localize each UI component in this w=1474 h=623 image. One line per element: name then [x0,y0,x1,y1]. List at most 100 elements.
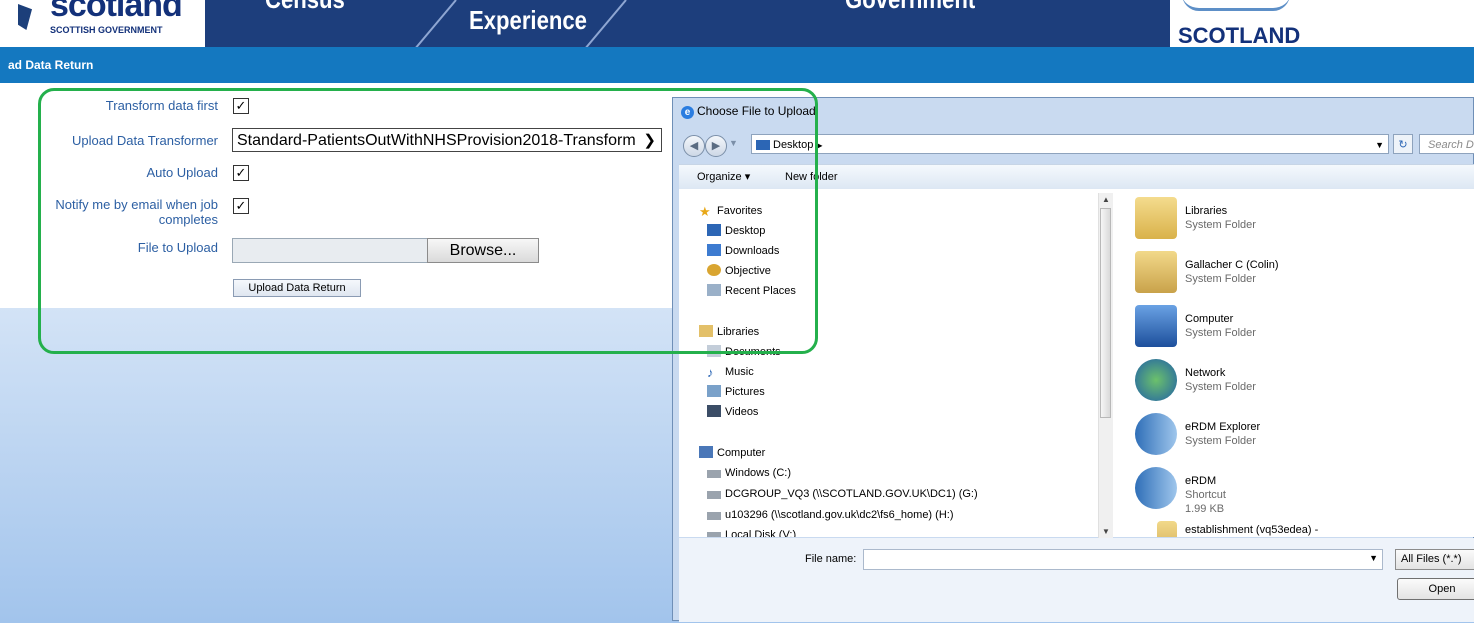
scottish-government-logo[interactable]: scotland SCOTTISH GOVERNMENT [10,0,210,47]
file-type: System Folder [1185,327,1256,339]
nav-divider [410,0,457,47]
file-name: Computer [1185,313,1234,325]
nav-desktop-label: Desktop [725,225,766,237]
file-name-label: File name: [805,553,857,565]
nav-videos-label: Videos [725,406,759,418]
nav-computer-label: Computer [717,447,766,459]
nav-drive-v[interactable]: Local Disk (V:) [707,527,796,537]
transformer-select[interactable]: Standard-PatientsOutWithNHSProvision2018… [232,128,662,152]
new-folder-button[interactable]: New folder [785,165,838,189]
browse-button[interactable]: Browse... [427,238,539,263]
nav-divider [580,0,627,47]
nav-drive-g[interactable]: DCGROUP_VQ3 (\\SCOTLAND.GOV.UK\DC1) (G:) [707,486,978,502]
organize-button[interactable]: Organize ▾ [697,165,750,189]
nav-drive-h[interactable]: u103296 (\\scotland.gov.uk\dc2\fs6_home)… [707,507,953,523]
file-item-libraries[interactable]: Libraries System Folder [1135,197,1474,245]
nav-drive-h-label: u103296 (\\scotland.gov.uk\dc2\fs6_home)… [725,509,954,521]
notify-checkbox[interactable]: ✓ [233,198,249,214]
file-name: Gallacher C (Colin) [1185,259,1279,271]
scroll-up-icon[interactable]: ▲ [1102,195,1110,204]
dialog-title: e Choose File to Upload [681,104,816,119]
scroll-down-icon[interactable]: ▼ [1102,527,1110,536]
file-upload-dialog: e Choose File to Upload ◀ ▶ ▼ Desktop ▶ ▼… [672,97,1474,622]
file-name: establishment (vq53edea) - [1185,524,1319,536]
nav-downloads-label: Downloads [725,245,780,257]
address-crumb[interactable]: Desktop [773,139,813,151]
file-to-upload-label: File to Upload [137,240,218,255]
nav-tab-experience[interactable]: Experience [469,5,587,47]
forward-button[interactable]: ▶ [705,135,727,157]
file-item-erdm-explorer[interactable]: eRDM Explorer System Folder [1135,413,1474,461]
downloads-icon [707,244,721,256]
computer-icon [699,446,713,458]
command-bar: Organize ▾ New folder [679,164,1474,190]
navigation-pane: ★ Favorites Desktop Downloads Objective R… [679,189,1115,537]
nav-pictures[interactable]: Pictures [707,384,765,400]
file-name: eRDM [1185,475,1217,487]
logo-wordmark: scotland [50,0,183,24]
nav-recent-label: Recent Places [725,285,796,297]
desktop-icon [707,224,721,236]
nav-drive-c[interactable]: Windows (C:) [707,465,791,481]
site-banner: scotland SCOTTISH GOVERNMENT Census Expe… [0,0,1474,48]
music-icon: ♪ [707,365,714,380]
file-type: System Folder [1185,219,1256,231]
nav-downloads[interactable]: Downloads [707,243,779,259]
open-button[interactable]: Open [1397,578,1474,600]
nav-recent-places[interactable]: Recent Places [707,283,796,299]
nav-libraries[interactable]: Libraries [699,324,759,340]
transform-checkbox[interactable]: ✓ [233,98,249,114]
file-name: Network [1185,367,1226,379]
address-bar[interactable]: Desktop ▶ ▼ [751,134,1389,154]
history-dropdown-icon[interactable]: ▼ [729,138,738,148]
nav-objective-label: Objective [725,265,771,277]
nav-tab-government[interactable]: Government [845,0,975,31]
file-item-erdm[interactable]: eRDM Shortcut 1.99 KB [1135,467,1474,515]
page-title-bar: ad Data Return [0,47,1474,83]
erdm-explorer-icon [1135,413,1177,455]
scotland-brand-logo: SCOTLAND [1178,0,1318,48]
nav-objective[interactable]: Objective [707,263,771,279]
nav-drive-c-label: Windows (C:) [725,467,792,479]
file-name-input[interactable]: ▼ [863,549,1383,570]
file-type: System Folder [1185,381,1256,393]
network-icon [1135,359,1177,401]
libraries-icon [699,325,713,337]
nav-computer[interactable]: Computer [699,445,765,461]
file-item-network[interactable]: Network System Folder [1135,359,1474,407]
transform-label: Transform data first [105,98,218,113]
nav-libraries-label: Libraries [717,326,760,338]
documents-icon [707,345,721,357]
libraries-icon [1135,197,1177,239]
file-size: 1.99 KB [1185,503,1225,515]
scrollbar-thumb[interactable] [1100,208,1111,418]
nav-music-label: Music [725,366,754,378]
erdm-shortcut-icon [1135,467,1177,509]
file-item-user[interactable]: Gallacher C (Colin) System Folder [1135,251,1474,299]
banner-nav: Census Experience Government [205,0,1170,47]
file-type: System Folder [1185,435,1256,447]
file-type-filter[interactable]: All Files (*.*) [1395,549,1474,570]
file-item-establishment[interactable]: establishment (vq53edea) - [1135,521,1474,537]
nav-videos[interactable]: Videos [707,404,758,420]
file-path-input[interactable] [232,238,428,263]
nav-favorites[interactable]: ★ Favorites [699,203,762,219]
nav-documents[interactable]: Documents [707,344,781,360]
upload-data-return-button[interactable]: Upload Data Return [233,279,361,297]
address-dropdown-icon[interactable]: ▼ [1375,135,1384,155]
back-button[interactable]: ◀ [683,135,705,157]
nav-scrollbar[interactable]: ▲ ▼ [1098,193,1113,538]
auto-upload-checkbox[interactable]: ✓ [233,165,249,181]
refresh-icon[interactable]: ↻ [1393,134,1413,154]
chevron-down-icon[interactable]: ▼ [1369,553,1378,563]
search-input[interactable]: Search Deskt [1419,134,1474,154]
dialog-footer: File name: ▼ All Files (*.*) Open [679,538,1474,622]
nav-desktop[interactable]: Desktop [707,223,765,239]
nav-tab-census[interactable]: Census [265,0,345,31]
star-icon: ★ [699,204,711,219]
network-drive-icon [707,491,721,499]
nav-music[interactable]: ♪ Music [707,364,754,380]
desktop-icon [756,140,770,151]
file-item-computer[interactable]: Computer System Folder [1135,305,1474,353]
pictures-icon [707,385,721,397]
